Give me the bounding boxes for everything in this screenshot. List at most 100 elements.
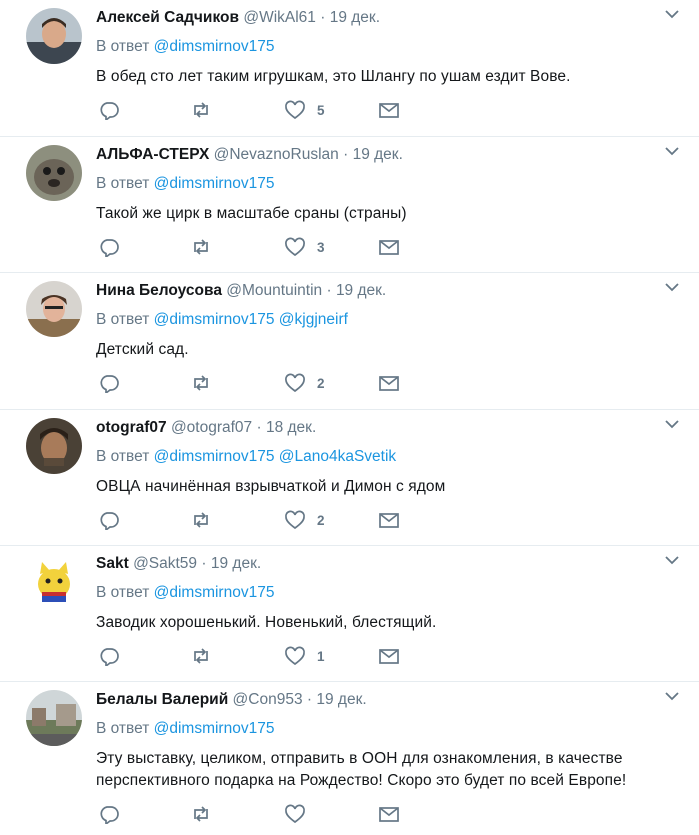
chevron-down-icon[interactable] bbox=[663, 280, 681, 294]
reply-button[interactable] bbox=[98, 803, 120, 825]
separator-dot: · bbox=[320, 9, 326, 26]
direct-message-button[interactable] bbox=[378, 645, 400, 667]
reply-context: В ответ @dimsmirnov175 bbox=[96, 37, 699, 56]
chevron-down-icon[interactable] bbox=[663, 7, 681, 21]
direct-message-button[interactable] bbox=[378, 236, 400, 258]
tweet[interactable]: Нина Белоусова @Mountuintin · 19 дек. В … bbox=[0, 273, 699, 410]
retweet-button[interactable] bbox=[190, 236, 212, 258]
author-handle[interactable]: @otograf07 bbox=[171, 419, 252, 436]
heart-icon bbox=[285, 804, 305, 824]
reply-icon bbox=[100, 806, 119, 824]
tweet-text: В обед сто лет таким игрушкам, это Шланг… bbox=[96, 68, 571, 85]
reply-icon bbox=[100, 648, 119, 666]
heart-icon bbox=[285, 510, 305, 530]
avatar[interactable] bbox=[26, 281, 82, 337]
like-button[interactable]: 2 bbox=[284, 509, 325, 531]
like-count: 3 bbox=[317, 239, 325, 255]
like-button[interactable]: 1 bbox=[284, 645, 325, 667]
like-button[interactable]: 2 bbox=[284, 372, 325, 394]
tweet[interactable]: АЛЬФА-СТЕРХ @NevaznoRuslan · 19 дек. В о… bbox=[0, 137, 699, 273]
reply-button[interactable] bbox=[98, 509, 120, 531]
retweet-icon bbox=[194, 512, 208, 528]
like-button[interactable]: 5 bbox=[284, 99, 325, 121]
retweet-icon bbox=[194, 375, 208, 391]
retweet-button[interactable] bbox=[190, 372, 212, 394]
author-name[interactable]: otograf07 bbox=[96, 419, 167, 436]
reply-context: В ответ @dimsmirnov175 bbox=[96, 583, 699, 602]
author-handle[interactable]: @Sakt59 bbox=[133, 555, 197, 572]
avatar[interactable] bbox=[26, 418, 82, 474]
tweet-header: Алексей Садчиков @WikAl61 · 19 дек. bbox=[96, 8, 699, 28]
mention-link[interactable]: @dimsmirnov175 bbox=[154, 448, 275, 465]
reply-icon bbox=[100, 102, 119, 120]
mention-link[interactable]: @dimsmirnov175 bbox=[154, 720, 275, 737]
retweet-button[interactable] bbox=[190, 645, 212, 667]
tweet[interactable]: otograf07 @otograf07 · 18 дек. В ответ @… bbox=[0, 410, 699, 546]
retweet-icon bbox=[194, 648, 208, 664]
reply-button[interactable] bbox=[98, 236, 120, 258]
tweet-date[interactable]: 19 дек. bbox=[330, 9, 380, 26]
heart-icon bbox=[285, 646, 305, 666]
author-name[interactable]: Нина Белоусова bbox=[96, 282, 222, 299]
tweet[interactable]: Алексей Садчиков @WikAl61 · 19 дек. В от… bbox=[0, 0, 699, 137]
avatar[interactable] bbox=[26, 8, 82, 64]
envelope-icon bbox=[379, 649, 399, 664]
mention-link[interactable]: @Lano4kaSvetik bbox=[279, 448, 396, 465]
tweet-text: Такой же цирк в масштабе сраны (страны) bbox=[96, 205, 407, 222]
reply-button[interactable] bbox=[98, 372, 120, 394]
tweet-text: ОВЦА начинённая взрывчаткой и Димон с яд… bbox=[96, 478, 446, 495]
heart-icon bbox=[285, 373, 305, 393]
author-handle[interactable]: @Mountuintin bbox=[226, 282, 322, 299]
mention-link[interactable]: @dimsmirnov175 bbox=[154, 38, 275, 55]
reply-context: В ответ @dimsmirnov175 @Lano4kaSvetik bbox=[96, 447, 699, 466]
reply-context: В ответ @dimsmirnov175 @kjgjneirf bbox=[96, 310, 699, 329]
tweet-actions: 1 bbox=[96, 641, 699, 677]
tweet-date[interactable]: 19 дек. bbox=[353, 146, 403, 163]
avatar[interactable] bbox=[26, 690, 82, 746]
like-button[interactable] bbox=[284, 803, 317, 825]
retweet-button[interactable] bbox=[190, 99, 212, 121]
tweet-header: otograf07 @otograf07 · 18 дек. bbox=[96, 418, 699, 438]
tweet-date[interactable]: 18 дек. bbox=[266, 419, 316, 436]
direct-message-button[interactable] bbox=[378, 99, 400, 121]
envelope-icon bbox=[379, 103, 399, 118]
reply-context: В ответ @dimsmirnov175 bbox=[96, 719, 699, 738]
mention-link[interactable]: @dimsmirnov175 bbox=[154, 175, 275, 192]
envelope-icon bbox=[379, 513, 399, 528]
retweet-button[interactable] bbox=[190, 803, 212, 825]
direct-message-button[interactable] bbox=[378, 803, 400, 825]
tweet-date[interactable]: 19 дек. bbox=[336, 282, 386, 299]
mention-link[interactable]: @dimsmirnov175 bbox=[154, 584, 275, 601]
reply-button[interactable] bbox=[98, 99, 120, 121]
reply-button[interactable] bbox=[98, 645, 120, 667]
retweet-button[interactable] bbox=[190, 509, 212, 531]
direct-message-button[interactable] bbox=[378, 372, 400, 394]
chevron-down-icon[interactable] bbox=[663, 553, 681, 567]
chevron-down-icon[interactable] bbox=[663, 417, 681, 431]
mention-link[interactable]: @kjgjneirf bbox=[279, 311, 348, 328]
author-name[interactable]: Белалы Валерий bbox=[96, 691, 228, 708]
author-name[interactable]: АЛЬФА-СТЕРХ bbox=[96, 146, 209, 163]
tweet-date[interactable]: 19 дек. bbox=[316, 691, 366, 708]
separator-dot: · bbox=[343, 146, 349, 163]
author-handle[interactable]: @Con953 bbox=[233, 691, 303, 708]
like-count: 5 bbox=[317, 102, 325, 118]
avatar[interactable] bbox=[26, 554, 82, 610]
author-name[interactable]: Алексей Садчиков bbox=[96, 9, 239, 26]
separator-dot: · bbox=[256, 419, 262, 436]
direct-message-button[interactable] bbox=[378, 509, 400, 531]
reply-prefix: В ответ bbox=[96, 584, 150, 601]
author-handle[interactable]: @NevaznoRuslan bbox=[214, 146, 339, 163]
retweet-icon bbox=[194, 239, 208, 255]
tweet[interactable]: Sakt @Sakt59 · 19 дек. В ответ @dimsmirn… bbox=[0, 546, 699, 682]
tweet[interactable]: Белалы Валерий @Con953 · 19 дек. В ответ… bbox=[0, 682, 699, 833]
tweet-actions: 2 bbox=[96, 505, 699, 541]
chevron-down-icon[interactable] bbox=[663, 144, 681, 158]
tweet-date[interactable]: 19 дек. bbox=[211, 555, 261, 572]
author-name[interactable]: Sakt bbox=[96, 555, 129, 572]
like-button[interactable]: 3 bbox=[284, 236, 325, 258]
mention-link[interactable]: @dimsmirnov175 bbox=[154, 311, 275, 328]
chevron-down-icon[interactable] bbox=[663, 689, 681, 703]
avatar[interactable] bbox=[26, 145, 82, 201]
author-handle[interactable]: @WikAl61 bbox=[243, 9, 316, 26]
